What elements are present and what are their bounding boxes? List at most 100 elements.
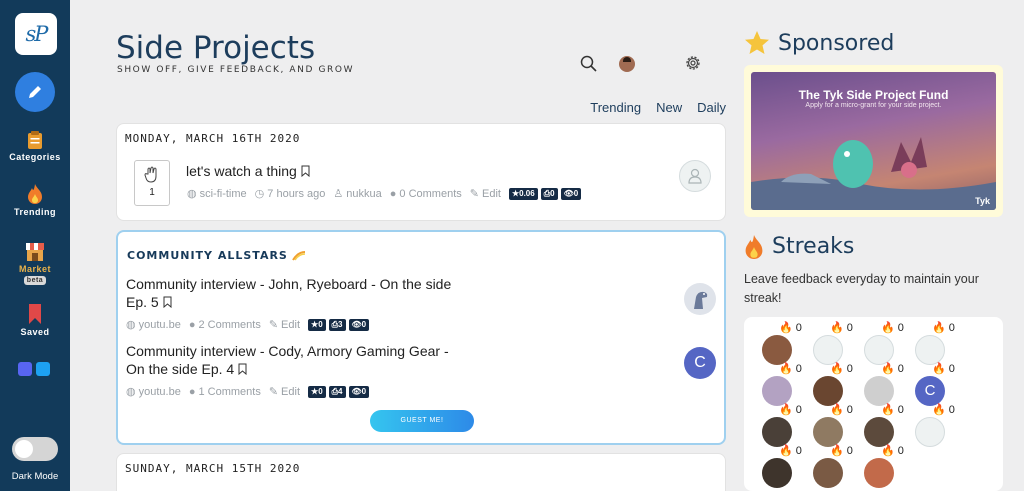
streak-user[interactable]: 🔥 0: [813, 404, 857, 447]
bookmark-outline-icon[interactable]: [238, 363, 247, 375]
sidebar-item-categories[interactable]: Categories: [0, 131, 70, 162]
tab-daily[interactable]: Daily: [697, 100, 726, 115]
sidebar-item-trending[interactable]: Trending: [0, 184, 70, 217]
edit-label: Edit: [481, 187, 501, 200]
streak-count: 🔥 0: [881, 444, 904, 457]
bookmark-outline-icon[interactable]: [301, 165, 310, 177]
streak-user[interactable]: 🔥 0: [813, 363, 857, 406]
post-stats: ★0.06 ⎙0 👁0: [508, 187, 582, 200]
streak-user[interactable]: 🔥 0: [864, 404, 908, 447]
streak-user[interactable]: 🔥 0: [864, 445, 908, 488]
streak-count: 🔥 0: [881, 403, 904, 416]
sidebar-item-label: Market: [18, 264, 51, 274]
streak-user[interactable]: 🔥 0: [915, 322, 959, 365]
edit-link[interactable]: ✎ Edit: [269, 385, 300, 399]
edit-link[interactable]: ✎ Edit: [269, 318, 301, 332]
streak-count: 🔥 0: [830, 444, 853, 457]
page-title: Side Projects: [116, 30, 316, 66]
post-source[interactable]: ◍ youtu.be: [126, 318, 181, 332]
comments-label: 2 Comments: [198, 318, 261, 331]
streak-count-value: 0: [897, 404, 904, 416]
streak-count: 🔥 0: [779, 444, 802, 457]
sidebar-item-label: Trending: [14, 207, 56, 217]
vote-count: 1: [149, 187, 155, 198]
streak-count: 🔥 0: [932, 362, 955, 375]
gear-icon[interactable]: [684, 54, 702, 72]
day-date: SUNDAY, MARCH 15TH 2020: [125, 462, 301, 475]
post-title[interactable]: Community interview - John, Ryeboard - O…: [126, 276, 476, 292]
streak-user[interactable]: C 🔥 0: [915, 363, 959, 406]
streak-count-value: 0: [795, 404, 802, 416]
streak-count: 🔥 0: [779, 321, 802, 334]
streaks-description: Leave feedback everyday to maintain your…: [744, 272, 979, 305]
user-placeholder-icon: [864, 335, 894, 365]
streak-count-value: 0: [795, 363, 802, 375]
streak-count-value: 0: [897, 363, 904, 375]
streak-count: 🔥 0: [881, 362, 904, 375]
user-avatar: [813, 376, 843, 406]
post-title[interactable]: let's watch a thing: [186, 163, 297, 179]
post-comments[interactable]: ● 0 Comments: [390, 188, 462, 200]
streak-count: 🔥 0: [779, 403, 802, 416]
streak-user[interactable]: 🔥 0: [762, 404, 806, 447]
ad-title: The Tyk Side Project Fund: [798, 88, 949, 102]
fire-icon: 🔥: [830, 322, 844, 334]
vote-button[interactable]: 1: [134, 160, 170, 206]
sidebar-item-saved[interactable]: Saved: [0, 304, 70, 337]
post-time: ◷ 7 hours ago: [255, 187, 326, 201]
post-stats: ★0 ⎙3 👁0: [308, 318, 370, 331]
new-post-button[interactable]: [15, 72, 55, 112]
author-avatar[interactable]: [684, 283, 716, 315]
streak-user[interactable]: 🔥 0: [813, 322, 857, 365]
streak-user[interactable]: 🔥 0: [864, 322, 908, 365]
streaks-title: Streaks: [772, 234, 855, 259]
streak-count-value: 0: [795, 322, 802, 334]
edit-label: Edit: [281, 318, 301, 331]
streak-user[interactable]: 🔥 0: [762, 445, 806, 488]
search-icon[interactable]: [580, 55, 598, 73]
post-author[interactable]: ♙ nukkua: [333, 187, 381, 201]
post-source[interactable]: ◍ youtu.be: [126, 385, 181, 399]
streak-user[interactable]: 🔥 0: [813, 445, 857, 488]
tab-new[interactable]: New: [656, 100, 682, 115]
allstars-post: Community interview - John, Ryeboard - O…: [126, 276, 476, 331]
post-title[interactable]: Community interview - Cody, Armory Gamin…: [126, 343, 476, 359]
logo-text: sP: [25, 22, 49, 46]
sponsored-title: Sponsored: [778, 30, 895, 56]
logo[interactable]: sP: [15, 13, 57, 55]
post-category[interactable]: ◍ sci-fi-time: [187, 187, 247, 201]
post-comments[interactable]: ● 1 Comments: [189, 386, 261, 398]
user-avatar: [762, 376, 792, 406]
twitter-icon[interactable]: [36, 362, 50, 376]
streaks-heading: Streaks: [744, 234, 854, 259]
streak-user[interactable]: 🔥 0: [864, 363, 908, 406]
post-comments[interactable]: ● 2 Comments: [189, 319, 261, 331]
user-avatar[interactable]: [619, 56, 635, 72]
comments-label: 1 Comments: [198, 385, 261, 398]
sponsored-ad[interactable]: The Tyk Side Project Fund Apply for a mi…: [744, 65, 1003, 217]
author-avatar[interactable]: C: [684, 347, 716, 379]
sidebar: sP Categories Trending Market beta Saved…: [0, 0, 70, 491]
day-date: MONDAY, MARCH 16TH 2020: [125, 132, 301, 145]
streaks-grid: 🔥 0 🔥 0 🔥 0 🔥 0 🔥 0 🔥 0 🔥 0 C 🔥 0 🔥 0 🔥 …: [744, 317, 1003, 491]
post-title-cont[interactable]: Ep. 5: [126, 294, 159, 310]
streak-user[interactable]: 🔥 0: [762, 322, 806, 365]
discord-icon[interactable]: [18, 362, 32, 376]
tab-trending[interactable]: Trending: [590, 100, 641, 115]
bookmark-outline-icon[interactable]: [163, 296, 172, 308]
post-title-cont[interactable]: On the side Ep. 4: [126, 361, 234, 377]
sidebar-item-market[interactable]: Market beta: [0, 243, 70, 285]
fire-icon: 🔥: [779, 322, 793, 334]
dark-mode-toggle[interactable]: [12, 437, 58, 461]
comment-icon: ●: [389, 187, 397, 200]
streak-count-value: 0: [897, 322, 904, 334]
sponsor-banner: The Tyk Side Project Fund Apply for a mi…: [751, 72, 996, 210]
stat-badge: ⎙4: [328, 385, 346, 398]
user-placeholder-icon: [915, 335, 945, 365]
guest-me-button[interactable]: GUEST ME!: [370, 410, 474, 432]
streak-count: 🔥 0: [830, 362, 853, 375]
streak-user[interactable]: 🔥 0: [762, 363, 806, 406]
streak-user[interactable]: 🔥 0: [915, 404, 959, 447]
author-avatar[interactable]: [679, 160, 711, 192]
edit-link[interactable]: ✎ Edit: [470, 187, 501, 201]
